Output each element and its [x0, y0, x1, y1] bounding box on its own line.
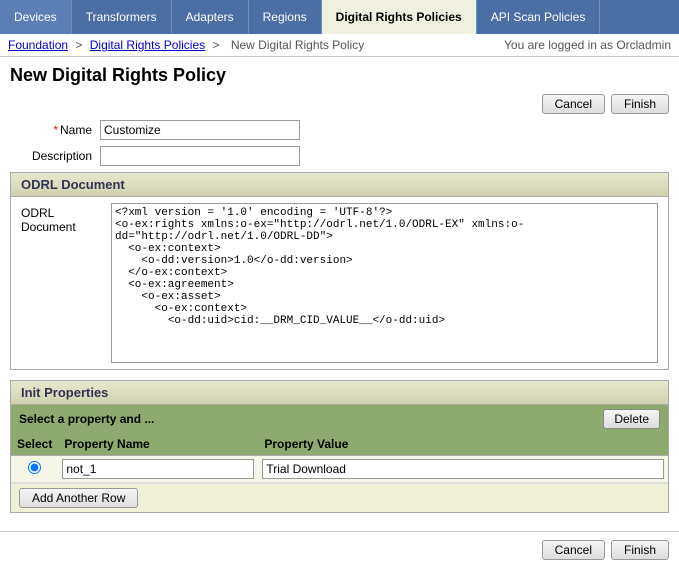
odrl-section-header: ODRL Document	[10, 172, 669, 197]
breadcrumb-bar: Foundation > Digital Rights Policies > N…	[0, 34, 679, 57]
property-value-input[interactable]	[262, 459, 664, 479]
init-properties-section: Init Properties Select a property and ..…	[10, 380, 669, 513]
init-table-body	[11, 456, 668, 483]
breadcrumb: Foundation > Digital Rights Policies > N…	[8, 38, 368, 52]
description-input[interactable]	[100, 146, 300, 166]
finish-button-top[interactable]: Finish	[611, 94, 669, 114]
cancel-button-top[interactable]: Cancel	[542, 94, 605, 114]
description-label: Description	[10, 149, 100, 163]
nav-tab-api-scan-policies[interactable]: API Scan Policies	[477, 0, 601, 34]
property-name-input[interactable]	[62, 459, 254, 479]
row-radio-cell	[11, 456, 58, 483]
description-row: Description	[10, 146, 669, 166]
odrl-row: ODRL Document	[21, 203, 658, 363]
login-info: You are logged in as Orcladmin	[504, 38, 671, 52]
bottom-action-bar: Cancel Finish	[0, 531, 679, 568]
delete-button[interactable]: Delete	[603, 409, 660, 429]
init-toolbar: Select a property and ... Delete	[11, 405, 668, 433]
col-property-value: Property Value	[258, 433, 668, 456]
nav-tab-transformers[interactable]: Transformers	[72, 0, 172, 34]
breadcrumb-foundation[interactable]: Foundation	[8, 38, 68, 52]
top-navigation: Devices Transformers Adapters Regions Di…	[0, 0, 679, 34]
row-value-cell	[258, 456, 668, 483]
add-row-area: Add Another Row	[11, 483, 668, 512]
col-select: Select	[11, 433, 58, 456]
breadcrumb-digital-rights[interactable]: Digital Rights Policies	[90, 38, 205, 52]
add-another-row-button[interactable]: Add Another Row	[19, 488, 138, 508]
form-area: *Name Description ODRL Document ODRL Doc…	[0, 118, 679, 521]
breadcrumb-current: New Digital Rights Policy	[231, 38, 364, 52]
nav-tab-adapters[interactable]: Adapters	[172, 0, 249, 34]
odrl-textarea[interactable]	[111, 203, 658, 363]
init-toolbar-label: Select a property and ...	[19, 412, 154, 426]
required-star: *	[53, 123, 58, 137]
init-table-header: Select Property Name Property Value	[11, 433, 668, 456]
init-section-header: Init Properties	[10, 380, 669, 405]
nav-tab-regions[interactable]: Regions	[249, 0, 322, 34]
breadcrumb-sep-2: >	[212, 38, 222, 52]
odrl-section-body: ODRL Document	[10, 197, 669, 370]
top-action-bar: Cancel Finish	[0, 90, 679, 118]
init-table: Select Property Name Property Value	[11, 433, 668, 483]
row-name-cell	[58, 456, 258, 483]
row-radio[interactable]	[28, 461, 41, 474]
name-input[interactable]	[100, 120, 300, 140]
col-property-name: Property Name	[58, 433, 258, 456]
init-section-body: Select a property and ... Delete Select …	[10, 405, 669, 513]
breadcrumb-sep-1: >	[75, 38, 85, 52]
finish-button-bottom[interactable]: Finish	[611, 540, 669, 560]
page-title: New Digital Rights Policy	[0, 57, 679, 90]
table-row	[11, 456, 668, 483]
nav-tab-devices[interactable]: Devices	[0, 0, 72, 34]
nav-tab-digital-rights-policies[interactable]: Digital Rights Policies	[322, 0, 477, 34]
name-row: *Name	[10, 120, 669, 140]
odrl-label: ODRL Document	[21, 203, 111, 234]
name-label: *Name	[10, 123, 100, 137]
cancel-button-bottom[interactable]: Cancel	[542, 540, 605, 560]
